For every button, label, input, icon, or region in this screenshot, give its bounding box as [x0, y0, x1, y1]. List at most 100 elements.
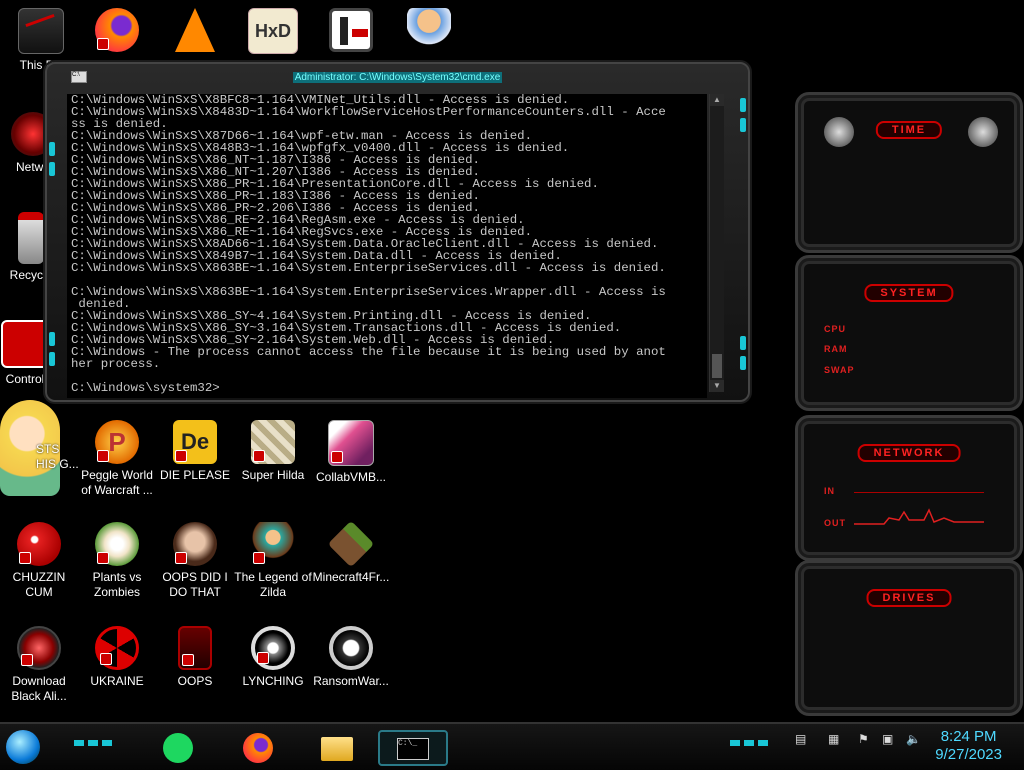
drives-gadget-title: DRIVES [866, 589, 952, 607]
desktop-icon-label: CHUZZIN CUM [12, 570, 66, 599]
taskbar-firefox[interactable] [240, 730, 280, 766]
system-gadget[interactable]: SYSTEM CPU RAM SWAP [795, 255, 1023, 411]
desktop-icon-oops[interactable]: OOPS [156, 626, 234, 689]
frame-accent [49, 142, 55, 156]
desktop-icon-die-please[interactable]: De DIE PLEASE [156, 420, 234, 483]
desktop-icon-maze[interactable] [312, 8, 390, 56]
show-desktop-icon[interactable]: ▤ [795, 732, 806, 746]
frame-accent [740, 98, 746, 112]
lynching-icon [251, 626, 295, 670]
scroll-down-icon[interactable]: ▼ [710, 380, 724, 392]
desktop-icon-pvz[interactable]: Plants vs Zombies [78, 522, 156, 600]
skull-icon [329, 626, 373, 670]
flag-icon[interactable]: ⚑ [858, 732, 869, 746]
taskbar: C:\_ ▤ ▦ ⚑ ▣ 🔈 8:24 PM 9/27/2023 [0, 722, 1024, 770]
cpu-label: CPU [824, 324, 847, 334]
taskbar-accent [730, 740, 770, 746]
scroll-up-icon[interactable]: ▲ [710, 94, 724, 106]
vlc-icon [175, 8, 215, 52]
alien-head-icon [824, 117, 854, 147]
taskbar-clock[interactable]: 8:24 PM 9/27/2023 [935, 728, 1002, 764]
desktop-icon-ransomware[interactable]: RansomWar... [312, 626, 390, 689]
file-explorer-icon [321, 737, 353, 761]
minecraft-icon [327, 520, 375, 568]
desktop-icon-hxd[interactable]: HxD [234, 8, 312, 58]
alienware-icon [17, 626, 61, 670]
desktop-icon-vlc[interactable] [156, 8, 234, 56]
desktop-icon-label: Minecraft4Fr... [312, 570, 390, 584]
network-out-graph [854, 508, 984, 525]
desktop-icon-lynching[interactable]: LYNCHING [234, 626, 312, 689]
network-gadget[interactable]: NETWORK IN OUT [795, 415, 1023, 561]
network-adapter-icon[interactable]: ▦ [828, 732, 839, 746]
desktop-icon-label: UKRAINE [90, 674, 144, 688]
network-in-graph [854, 492, 984, 493]
system-gadget-title: SYSTEM [864, 284, 954, 302]
desktop-icon-label: Download Black Ali... [11, 674, 67, 703]
desktop-icon-chuzzle[interactable]: CHUZZIN CUM [0, 522, 78, 600]
desktop-icon-collabvm[interactable]: CollabVMB... [312, 420, 390, 485]
network-gadget-title: NETWORK [857, 444, 961, 462]
desktop-icon-label: DIE PLEASE [159, 468, 231, 482]
action-center-icon[interactable]: ▣ [882, 732, 893, 746]
recycle-bin-icon [18, 212, 44, 264]
desktop-icon-black-alienware[interactable]: Download Black Ali... [0, 626, 78, 704]
desktop-icon-oops-did-i[interactable]: OOPS DID I DO THAT [156, 522, 234, 600]
volume-icon[interactable]: 🔈 [906, 732, 921, 746]
desktop-icon-label: LYNCHING [242, 674, 304, 688]
desktop-icon-label: OOPS [177, 674, 213, 688]
desktop-icon-label: Peggle World of Warcraft ... [81, 468, 153, 497]
desktop-icon-firefox[interactable] [78, 8, 156, 56]
cmd-console-output[interactable]: C:\Windows\WinSxS\X8BFC8~1.164\VMINet_Ut… [67, 94, 707, 398]
radiation-icon [95, 626, 139, 670]
chuzzle-icon [17, 522, 61, 566]
firefox-icon [243, 733, 273, 763]
collabvm-icon [328, 420, 374, 466]
desktop-icon-label: The Legend of Zilda [234, 570, 312, 599]
desktop-icon-label: Super Hilda [241, 468, 305, 482]
zilda-icon [251, 522, 295, 566]
start-button[interactable] [6, 730, 46, 766]
swap-label: SWAP [824, 365, 855, 375]
desktop-icon-doctor[interactable] [390, 8, 468, 56]
cmd-console-text: C:\Windows\WinSxS\X8BFC8~1.164\VMINet_Ut… [71, 94, 666, 395]
scrollbar-thumb[interactable] [712, 354, 722, 378]
cmd-window-title: Administrator: C:\Windows\System32\cmd.e… [292, 71, 503, 83]
desktop-icon-star[interactable]: STS HIS G... [0, 400, 80, 496]
app-maze-icon [329, 8, 373, 52]
cmd-window[interactable]: C:\ Administrator: C:\Windows\System32\c… [45, 62, 750, 402]
taskbar-spotify[interactable] [160, 730, 200, 766]
desktop-icon-peggle[interactable]: P Peggle World of Warcraft ... [78, 420, 156, 498]
clock-date: 9/27/2023 [935, 746, 1002, 763]
super-hilda-icon [251, 420, 295, 464]
drives-gadget[interactable]: DRIVES [795, 560, 1023, 716]
frame-accent [740, 356, 746, 370]
control-panel-icon [1, 320, 49, 368]
alien-head-icon [968, 117, 998, 147]
desktop-icon-zilda[interactable]: The Legend of Zilda [234, 522, 312, 600]
cmd-titlebar[interactable]: Administrator: C:\Windows\System32\cmd.e… [45, 68, 750, 86]
taskbar-file-explorer[interactable] [318, 730, 358, 766]
this-pc-icon [18, 8, 64, 54]
taskbar-accent [74, 740, 114, 746]
desktop-icon-ukraine[interactable]: UKRAINE [78, 626, 156, 689]
hxd-icon: HxD [248, 8, 298, 54]
ram-label: RAM [824, 344, 848, 354]
desktop-icon-minecraft[interactable]: Minecraft4Fr... [312, 520, 390, 585]
clock-time: 8:24 PM [940, 728, 997, 745]
doctor-icon [407, 8, 451, 52]
taskbar-cmd[interactable]: C:\_ [378, 730, 448, 766]
time-gadget-title: TIME [875, 121, 943, 139]
network-in-label: IN [824, 486, 835, 496]
frame-accent [49, 162, 55, 176]
desktop-icon-super-hilda[interactable]: Super Hilda [234, 420, 312, 483]
time-gadget[interactable]: TIME [795, 92, 1023, 253]
cmd-vertical-scrollbar[interactable]: ▲ ▼ [709, 94, 724, 392]
start-orb-icon [6, 730, 40, 764]
desktop-icon-label: Plants vs Zombies [92, 570, 142, 599]
portrait-icon [173, 522, 217, 566]
desktop-icon-label: CollabVMB... [315, 470, 387, 484]
peggle-icon: P [95, 420, 139, 464]
frame-accent [49, 352, 55, 366]
spotify-icon [163, 733, 193, 763]
